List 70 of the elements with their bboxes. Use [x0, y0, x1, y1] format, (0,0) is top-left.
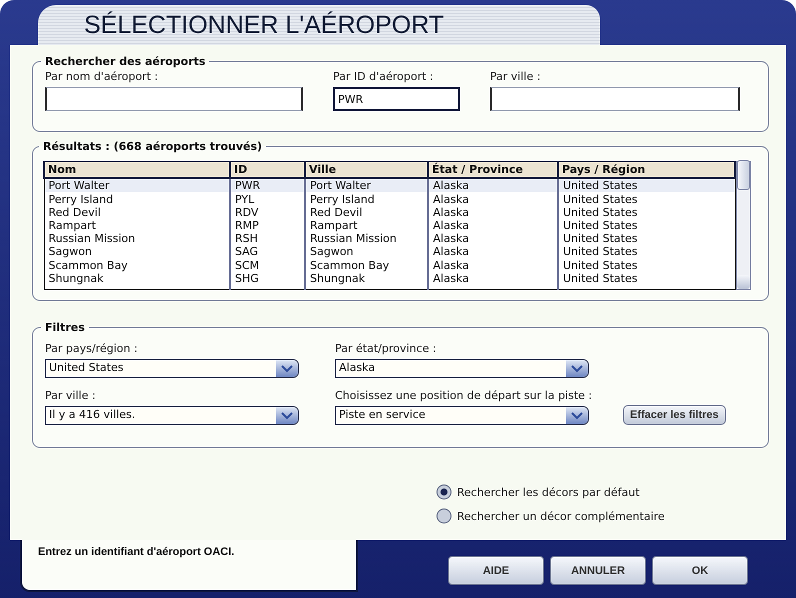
table-cell[interactable]: Rampart — [305, 218, 428, 232]
table-cell[interactable]: Perry Island — [305, 192, 428, 206]
field-label: Par ville : — [45, 389, 97, 402]
window-title: SÉLECTIONNER L'AÉROPORT — [84, 10, 444, 40]
table-cell[interactable]: Sagwon — [44, 245, 230, 258]
table-cell[interactable]: SCM — [230, 258, 305, 272]
dropdown[interactable]: Alaska — [335, 359, 589, 378]
table-cell[interactable]: Russian Mission — [305, 232, 428, 246]
input-field[interactable] — [490, 87, 740, 111]
column-header[interactable]: ID — [230, 162, 305, 178]
dropdown[interactable]: Il y a 416 villes. — [45, 406, 299, 425]
table-cell[interactable]: Alaska — [428, 206, 558, 219]
table-cell[interactable]: Sagwon — [305, 245, 428, 258]
table-cell[interactable]: Alaska — [428, 258, 558, 272]
radio-button[interactable] — [436, 508, 452, 524]
field-label: Par ID d'aéroport : — [333, 70, 434, 83]
input-field[interactable]: PWR — [333, 87, 460, 111]
table-cell[interactable]: Scammon Bay — [44, 258, 230, 272]
field-label: Par ville : — [490, 70, 542, 83]
radio-label: Rechercher un décor complémentaire — [457, 510, 665, 522]
dialog-button[interactable]: OK — [652, 556, 748, 585]
chevron-down-icon — [281, 412, 293, 420]
field-label: Par nom d'aéroport : — [45, 70, 160, 83]
field-label: Choisissez une position de départ sur la piste : — [335, 389, 594, 402]
column-header[interactable]: État / Province — [428, 162, 558, 178]
group-title: Résultats : (668 aéroports trouvés) — [42, 140, 264, 153]
status-message: Entrez un identifiant d'aéroport OACI. — [20, 540, 358, 592]
table-cell[interactable]: Alaska — [428, 178, 558, 192]
table-cell[interactable]: SAG — [230, 245, 305, 258]
chevron-down-icon — [281, 364, 293, 372]
table-cell[interactable]: Shungnak — [44, 272, 230, 285]
radio-button[interactable] — [436, 484, 452, 500]
clear-filters-button[interactable]: Effacer les filtres — [623, 405, 726, 425]
column-header[interactable]: Pays / Région — [558, 162, 735, 178]
column-header[interactable]: Ville — [305, 162, 428, 178]
table-cell[interactable]: Scammon Bay — [305, 258, 428, 272]
table-cell[interactable]: Red Devil — [305, 206, 428, 219]
table-cell[interactable]: PWR — [230, 178, 305, 192]
table-cell[interactable]: SHG — [230, 272, 305, 285]
chevron-down-icon — [571, 412, 583, 420]
table-cell[interactable]: RDV — [230, 206, 305, 219]
table-cell[interactable]: Alaska — [428, 192, 558, 206]
group-title: Filtres — [44, 321, 86, 334]
column-header[interactable]: Nom — [44, 162, 230, 178]
table-cell[interactable]: United States — [558, 178, 735, 192]
table-cell[interactable]: RSH — [230, 232, 305, 246]
table-cell[interactable]: RMP — [230, 218, 305, 232]
dialog-button[interactable]: AIDE — [448, 556, 544, 585]
table-cell[interactable]: Russian Mission — [44, 232, 230, 246]
table-cell[interactable]: Perry Island — [44, 192, 230, 206]
chevron-down-icon — [571, 364, 583, 372]
table-cell[interactable]: Alaska — [428, 272, 558, 285]
dropdown[interactable]: United States — [45, 359, 299, 378]
table-cell[interactable]: Rampart — [44, 218, 230, 232]
field-label: Par état/province : — [335, 342, 438, 355]
table-cell[interactable]: Red Devil — [44, 206, 230, 219]
field-label: Par pays/région : — [45, 342, 139, 355]
table-cell[interactable]: Port Walter — [305, 178, 428, 192]
radio-label: Rechercher les décors par défaut — [457, 486, 640, 498]
table-cell[interactable]: Alaska — [428, 232, 558, 246]
scrollbar[interactable] — [736, 161, 751, 290]
table-cell[interactable]: PYL — [230, 192, 305, 206]
table-cell[interactable]: Port Walter — [44, 178, 230, 192]
table-cell[interactable]: Alaska — [428, 245, 558, 258]
input-field[interactable] — [45, 87, 303, 111]
dialog-button[interactable]: ANNULER — [550, 556, 646, 585]
table-cell[interactable]: Alaska — [428, 218, 558, 232]
dropdown[interactable]: Piste en service — [335, 406, 589, 425]
table-cell[interactable]: Shungnak — [305, 272, 428, 285]
group-title: Rechercher des aéroports — [44, 55, 206, 68]
